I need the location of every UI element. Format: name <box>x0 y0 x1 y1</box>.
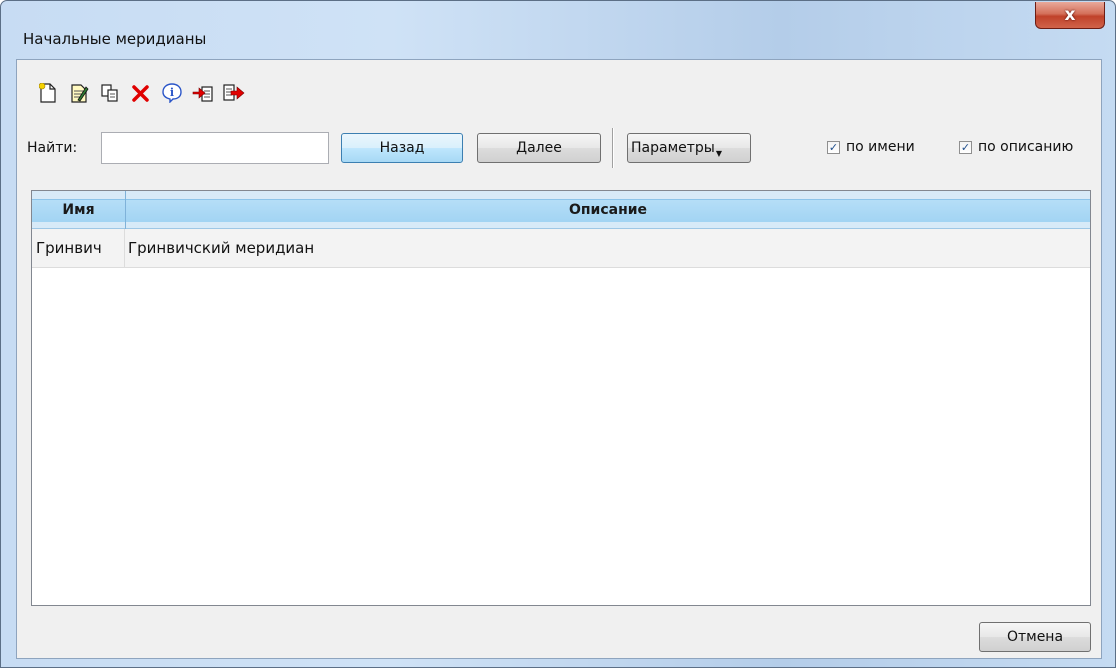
window-title: Начальные меридианы <box>23 30 207 48</box>
column-header-description[interactable]: Описание <box>126 191 1090 229</box>
next-button[interactable]: Далее <box>477 133 601 163</box>
search-row: Найти: Назад Далее Параметры ▼ ✓ по имен… <box>17 128 1101 168</box>
checkbox-checked-icon: ✓ <box>827 140 840 154</box>
export-icon[interactable] <box>223 82 245 104</box>
delete-icon[interactable] <box>130 82 152 104</box>
cell-description: Гринвичский меридиан <box>128 239 315 257</box>
by-name-checkbox[interactable]: ✓ по имени <box>827 139 915 155</box>
close-icon: x <box>1064 5 1076 25</box>
svg-text:i: i <box>170 86 174 99</box>
parameters-button[interactable]: Параметры ▼ <box>627 133 751 163</box>
close-button[interactable]: x <box>1035 2 1105 29</box>
column-header-name[interactable]: Имя <box>32 191 126 229</box>
table-header: Имя Описание <box>32 191 1090 229</box>
dialog-client-area: i Найти: Назад Далее Параметры ▼ ✓ по им… <box>16 59 1102 659</box>
dialog-window: Начальные меридианы x i Найти: Назад Дал… <box>0 0 1116 668</box>
new-document-icon[interactable] <box>37 82 59 104</box>
cancel-button[interactable]: Отмена <box>979 622 1091 652</box>
import-icon[interactable] <box>192 82 214 104</box>
dropdown-arrow-icon: ▼ <box>715 148 722 158</box>
parameters-label: Параметры <box>631 140 715 156</box>
table-row[interactable]: Гринвич Гринвичский меридиан <box>32 229 1090 268</box>
edit-document-icon[interactable] <box>68 82 90 104</box>
toolbar-separator <box>612 128 614 168</box>
checkbox-checked-icon: ✓ <box>959 140 972 154</box>
title-bar[interactable]: Начальные меридианы <box>1 1 1115 59</box>
toolbar: i <box>37 82 245 108</box>
meridians-table[interactable]: Имя Описание Гринвич Гринвичский меридиа… <box>31 190 1091 606</box>
cell-name: Гринвич <box>36 229 125 267</box>
by-description-label: по описанию <box>978 139 1074 155</box>
copy-icon[interactable] <box>99 82 121 104</box>
by-description-checkbox[interactable]: ✓ по описанию <box>959 139 1073 155</box>
info-icon[interactable]: i <box>161 82 183 104</box>
by-name-label: по имени <box>846 139 915 155</box>
search-input[interactable] <box>101 132 329 164</box>
back-button[interactable]: Назад <box>341 133 463 163</box>
find-label: Найти: <box>27 140 78 156</box>
